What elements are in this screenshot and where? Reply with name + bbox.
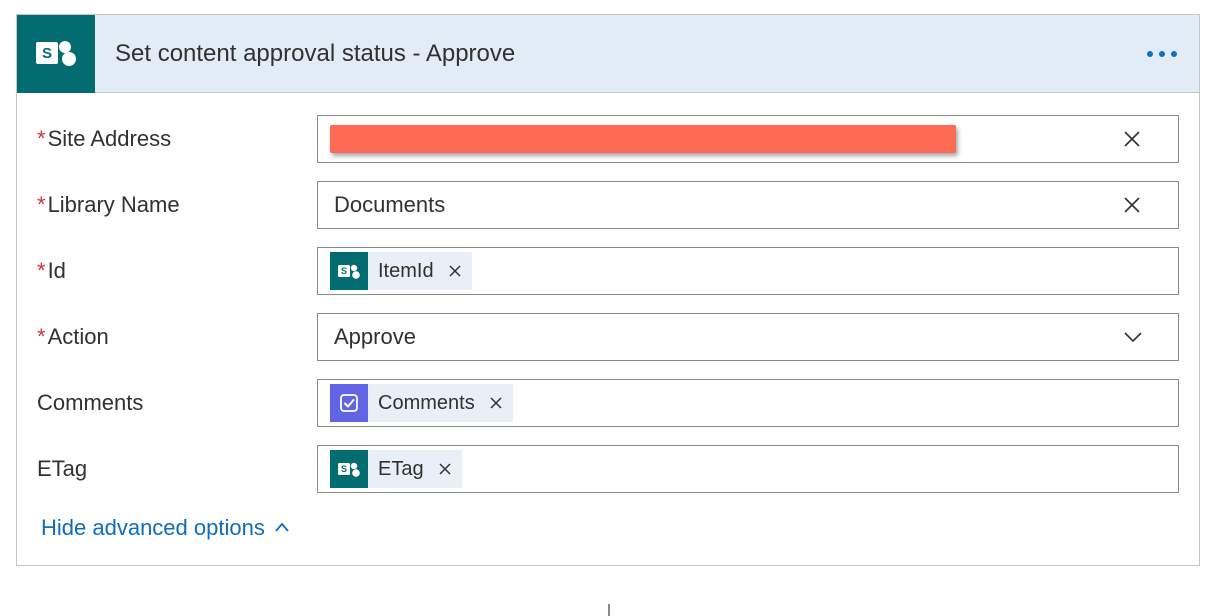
row-etag: ETag S ETag — [37, 445, 1179, 493]
svg-text:S: S — [341, 464, 347, 474]
required-asterisk: * — [37, 192, 46, 218]
chevron-up-icon — [273, 519, 291, 537]
row-action: * Action Approve — [37, 313, 1179, 361]
toggle-label: Hide advanced options — [41, 515, 265, 541]
card-header[interactable]: S Set content approval status - Approve — [17, 15, 1199, 93]
sharepoint-icon: S — [330, 450, 368, 488]
label-text: Id — [48, 258, 66, 284]
input-library-name[interactable]: Documents — [317, 181, 1179, 229]
card-title: Set content approval status - Approve — [115, 40, 1145, 68]
action-card: S Set content approval status - Approve … — [16, 14, 1200, 566]
label-text: Action — [48, 324, 109, 350]
input-id[interactable]: S ItemId — [317, 247, 1179, 295]
token-label: ItemId — [368, 260, 442, 283]
sharepoint-icon: S — [17, 15, 95, 93]
label-text: Site Address — [48, 126, 172, 152]
token-remove-button[interactable] — [442, 264, 468, 278]
required-asterisk: * — [37, 324, 46, 350]
token-label: Comments — [368, 392, 483, 415]
clear-library-name-button[interactable] — [1122, 195, 1170, 215]
token-etag[interactable]: S ETag — [330, 450, 462, 488]
label-text: ETag — [37, 456, 87, 482]
label-site-address: * Site Address — [37, 126, 317, 152]
connector-stem — [608, 604, 610, 616]
row-id: * Id S ItemId — [37, 247, 1179, 295]
required-asterisk: * — [37, 126, 46, 152]
token-itemid[interactable]: S ItemId — [330, 252, 472, 290]
label-text: Comments — [37, 390, 143, 416]
clear-site-address-button[interactable] — [1122, 129, 1170, 149]
token-comments[interactable]: Comments — [330, 384, 513, 422]
row-comments: Comments Comments — [37, 379, 1179, 427]
input-site-address[interactable] — [317, 115, 1179, 163]
hide-advanced-options-toggle[interactable]: Hide advanced options — [41, 515, 291, 541]
approvals-icon — [330, 384, 368, 422]
card-body: * Site Address * Library Name — [17, 93, 1199, 565]
token-remove-button[interactable] — [483, 396, 509, 410]
token-label: ETag — [368, 458, 432, 481]
input-etag[interactable]: S ETag — [317, 445, 1179, 493]
input-comments[interactable]: Comments — [317, 379, 1179, 427]
required-asterisk: * — [37, 258, 46, 284]
label-comments: Comments — [37, 390, 317, 416]
label-id: * Id — [37, 258, 317, 284]
svg-text:S: S — [341, 266, 347, 276]
row-site-address: * Site Address — [37, 115, 1179, 163]
label-action: * Action — [37, 324, 317, 350]
select-action[interactable]: Approve — [317, 313, 1179, 361]
sharepoint-icon: S — [330, 252, 368, 290]
label-etag: ETag — [37, 456, 317, 482]
label-library-name: * Library Name — [37, 192, 317, 218]
token-remove-button[interactable] — [432, 462, 458, 476]
svg-text:S: S — [42, 45, 52, 62]
value-library-name: Documents — [326, 192, 1122, 218]
redacted-value — [330, 125, 956, 153]
label-text: Library Name — [48, 192, 180, 218]
row-library-name: * Library Name Documents — [37, 181, 1179, 229]
chevron-down-icon[interactable] — [1122, 326, 1170, 348]
card-menu-button[interactable] — [1145, 49, 1179, 59]
value-action: Approve — [326, 324, 1122, 350]
